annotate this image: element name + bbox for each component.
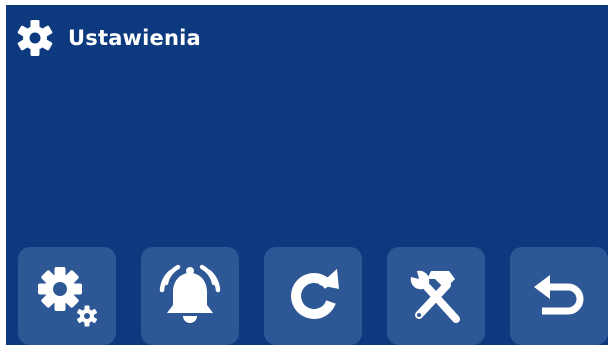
header: Ustawienia [16,19,201,57]
back-arrow-icon [522,259,596,333]
bell-icon [153,259,227,333]
back-button[interactable] [510,247,608,345]
tools-icon [399,259,473,333]
settings-button[interactable] [18,247,116,345]
gears-icon [30,259,104,333]
refresh-button[interactable] [264,247,362,345]
alarm-button[interactable] [141,247,239,345]
service-tools-button[interactable] [387,247,485,345]
page-title: Ustawienia [68,26,201,50]
settings-screen: Ustawienia [6,5,608,345]
refresh-icon [276,259,350,333]
gear-icon [16,19,54,57]
